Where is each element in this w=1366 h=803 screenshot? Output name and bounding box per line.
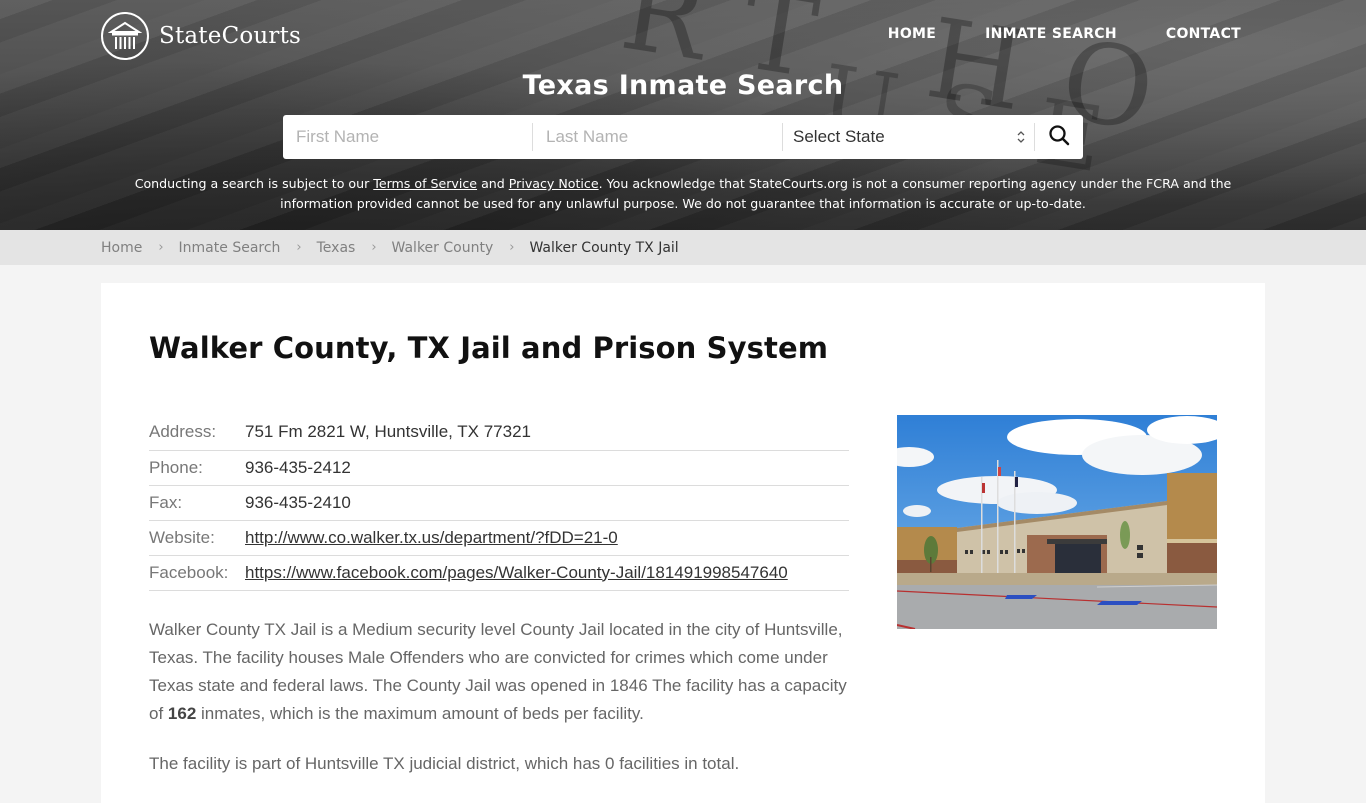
disclaimer-text: and: [477, 176, 509, 191]
breadcrumb-texas[interactable]: Texas: [317, 240, 356, 256]
website-link[interactable]: http://www.co.walker.tx.us/department/?f…: [245, 528, 618, 547]
search-button[interactable]: [1035, 115, 1083, 159]
description-text: inmates, which is the maximum amount of …: [196, 704, 644, 723]
capacity-value: 162: [167, 704, 197, 723]
site-header: StateCourts HOME INMATE SEARCH CONTACT: [0, 0, 1366, 70]
facility-info-table: Address: 751 Fm 2821 W, Huntsville, TX 7…: [149, 415, 849, 591]
courthouse-icon: [101, 12, 149, 60]
nav-home[interactable]: HOME: [888, 26, 936, 42]
brand-name: StateCourts: [159, 23, 302, 49]
address-value: 751 Fm 2821 W, Huntsville, TX 77321: [245, 422, 532, 442]
info-row-phone: Phone: 936-435-2412: [149, 450, 849, 485]
search-icon: [1048, 124, 1070, 150]
disclaimer-text: Conducting a search is subject to our: [134, 176, 374, 191]
phone-value: 936-435-2412: [245, 457, 351, 477]
breadcrumb: Home › Inmate Search › Texas › Walker Co…: [0, 230, 1366, 265]
facebook-link[interactable]: https://www.facebook.com/pages/Walker-Co…: [245, 563, 788, 582]
state-select-value: Select State: [793, 127, 885, 146]
breadcrumb-walker-county[interactable]: Walker County: [392, 240, 494, 256]
first-name-input[interactable]: [283, 123, 533, 151]
hero-banner: RT HO USE StateCourts HOME INMATE SEARCH…: [0, 0, 1366, 230]
breadcrumb-inmate-search[interactable]: Inmate Search: [179, 240, 281, 256]
info-row-facebook: Facebook: https://www.facebook.com/pages…: [149, 555, 849, 590]
address-label: Address:: [149, 422, 217, 442]
chevron-right-icon: ›: [371, 240, 377, 255]
chevron-right-icon: ›: [296, 240, 302, 255]
breadcrumb-home[interactable]: Home: [101, 240, 142, 256]
phone-label: Phone:: [149, 457, 203, 477]
fax-label: Fax:: [149, 492, 183, 512]
chevron-right-icon: ›: [158, 240, 164, 255]
description-paragraph-2: The facility is part of Huntsville TX ju…: [149, 754, 740, 773]
website-label: Website:: [149, 527, 215, 547]
breadcrumb-current: Walker County TX Jail: [529, 239, 679, 256]
inmate-search-form: Select State: [283, 115, 1083, 159]
terms-of-service-link[interactable]: Terms of Service: [373, 176, 477, 191]
content-card: Walker County, TX Jail and Prison System…: [101, 283, 1265, 803]
facebook-label: Facebook:: [149, 562, 229, 582]
chevron-right-icon: ›: [509, 240, 515, 255]
nav-contact[interactable]: CONTACT: [1166, 26, 1241, 42]
main-nav: HOME INMATE SEARCH CONTACT: [888, 26, 1241, 42]
nav-inmate-search[interactable]: INMATE SEARCH: [985, 26, 1117, 42]
last-name-input[interactable]: [533, 123, 783, 151]
fax-value: 936-435-2410: [245, 492, 351, 512]
state-select[interactable]: Select State: [783, 123, 1035, 151]
privacy-notice-link[interactable]: Privacy Notice: [509, 176, 599, 191]
info-row-address: Address: 751 Fm 2821 W, Huntsville, TX 7…: [149, 415, 849, 450]
facility-description: Walker County TX Jail is a Medium securi…: [149, 616, 854, 778]
hero-title: Texas Inmate Search: [522, 70, 844, 101]
facility-photo: [897, 415, 1217, 629]
page-title: Walker County, TX Jail and Prison System: [149, 331, 829, 365]
logo-link[interactable]: StateCourts: [101, 12, 301, 60]
info-row-website: Website: http://www.co.walker.tx.us/depa…: [149, 520, 849, 555]
search-disclaimer: Conducting a search is subject to our Te…: [120, 174, 1246, 214]
description-paragraph-1: Walker County TX Jail is a Medium securi…: [149, 616, 854, 728]
select-arrows-icon: [1017, 130, 1025, 144]
info-row-fax: Fax: 936-435-2410: [149, 485, 849, 520]
